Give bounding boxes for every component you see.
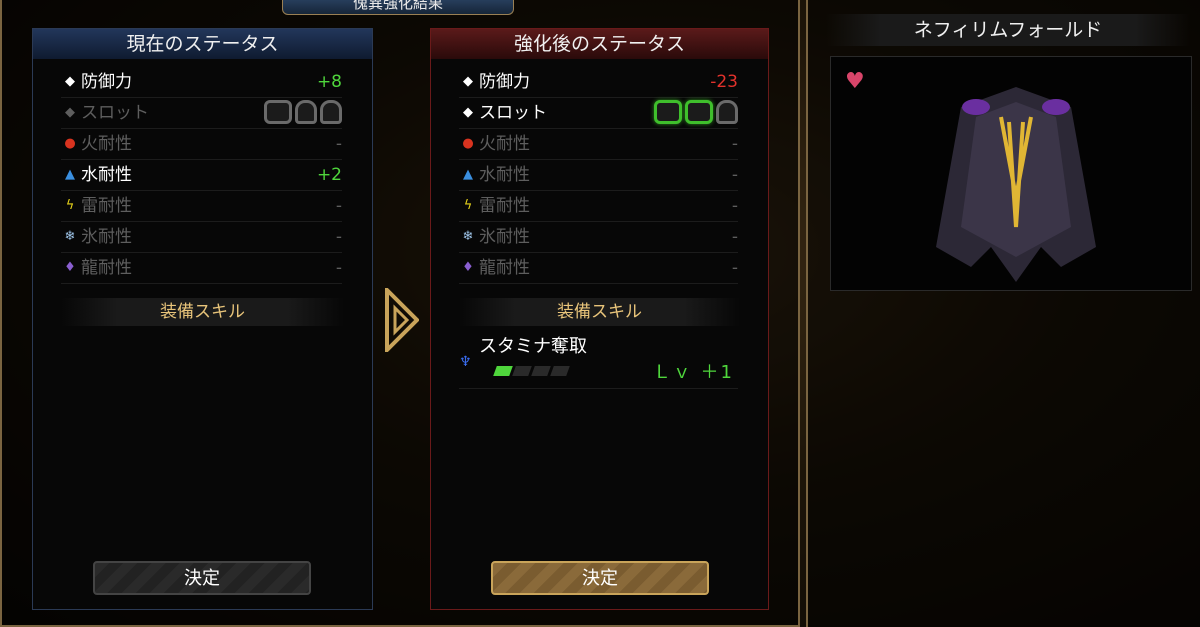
stat-row-ice: ❄ 氷耐性 - — [61, 222, 342, 253]
stat-row-thunder: ϟ 雷耐性 - — [61, 191, 342, 222]
slot-lv1-icon — [716, 100, 738, 124]
armor-model-image — [936, 87, 1096, 282]
skill-level-pip — [531, 366, 551, 376]
stat-row-ice: ❄ 氷耐性 - — [459, 222, 738, 253]
slot-icons — [654, 100, 738, 124]
slot-lv2-new-icon — [685, 100, 713, 124]
stat-value: - — [731, 165, 738, 185]
stat-label: 防御力 — [81, 72, 132, 92]
skill-level-pip — [512, 366, 532, 376]
stat-value: - — [731, 196, 738, 216]
slot-lv2-new-icon — [654, 100, 682, 124]
stat-label: スロット — [81, 103, 149, 123]
stat-value: - — [335, 196, 342, 216]
skill-name: スタミナ奪取 — [479, 336, 587, 357]
item-preview-panel: ネフィリムフォールド ♥ — [806, 0, 1200, 627]
ice-icon: ❄ — [64, 229, 76, 244]
stat-row-fire: ● 火耐性 - — [61, 129, 342, 160]
equipment-skills-header: 装備スキル — [459, 298, 740, 326]
stat-label: 火耐性 — [479, 134, 530, 154]
current-status-header: 現在のステータス — [33, 29, 372, 59]
stat-value: - — [731, 134, 738, 154]
diamond-icon: ◆ — [463, 105, 473, 120]
stat-row-defense: ◆ 防御力 +8 — [61, 67, 342, 98]
stat-label: 氷耐性 — [479, 227, 530, 247]
stat-label: 雷耐性 — [81, 196, 132, 216]
skill-level: Ｌｖ ＋1 — [652, 362, 734, 383]
thunder-icon: ϟ — [65, 198, 75, 213]
stat-label: スロット — [479, 103, 547, 123]
stat-value: +8 — [316, 72, 342, 92]
skill-row: ♆ スタミナ奪取 Ｌｖ ＋1 — [459, 332, 738, 389]
water-icon: ▲ — [463, 167, 473, 182]
skill-level-pip — [550, 366, 570, 376]
skill-level-bar — [493, 366, 570, 376]
stat-row-water: ▲ 水耐性 +2 — [61, 160, 342, 191]
waist-armor-icon: ♥ — [845, 69, 865, 94]
slot-lv1-icon — [320, 100, 342, 124]
slot-lv2-icon — [264, 100, 292, 124]
arrow-right-icon — [385, 288, 419, 352]
stat-value: - — [731, 227, 738, 247]
stat-label: 水耐性 — [81, 165, 132, 185]
stat-label: 雷耐性 — [479, 196, 530, 216]
stat-label: 龍耐性 — [479, 258, 530, 278]
stat-label: 氷耐性 — [81, 227, 132, 247]
stat-value: - — [335, 258, 342, 278]
stat-row-water: ▲ 水耐性 - — [459, 160, 738, 191]
after-status-header: 強化後のステータス — [431, 29, 768, 59]
after-status-panel: 強化後のステータス ◆ 防御力 -23 ◆ スロット ● 火耐性 - ▲ 水耐性… — [430, 28, 769, 610]
window-title: 傀異強化結果 — [282, 0, 514, 15]
slot-icons — [264, 100, 342, 124]
stat-row-dragon: ♦ 龍耐性 - — [459, 253, 738, 284]
slot-lv1-icon — [295, 100, 317, 124]
stat-value: +2 — [316, 165, 342, 185]
dragon-icon: ♦ — [64, 260, 76, 275]
diamond-icon: ◆ — [65, 74, 75, 89]
diamond-icon: ◆ — [65, 105, 75, 120]
stat-row-dragon: ♦ 龍耐性 - — [61, 253, 342, 284]
stat-row-thunder: ϟ 雷耐性 - — [459, 191, 738, 222]
current-status-panel: 現在のステータス ◆ 防御力 +8 ◆ スロット ● 火耐性 - ▲ 水耐性 +… — [32, 28, 373, 610]
ice-icon: ❄ — [462, 229, 474, 244]
dragon-icon: ♦ — [462, 260, 474, 275]
water-icon: ▲ — [65, 167, 75, 182]
stat-row-slot: ◆ スロット — [61, 98, 342, 129]
equipment-skills-header: 装備スキル — [61, 298, 344, 326]
skill-gem-icon: ♆ — [459, 354, 472, 370]
stat-value: - — [335, 227, 342, 247]
confirm-button[interactable]: 決定 — [491, 561, 709, 595]
stat-row-slot: ◆ スロット — [459, 98, 738, 129]
diamond-icon: ◆ — [463, 74, 473, 89]
stat-value: - — [335, 134, 342, 154]
item-name: ネフィリムフォールド — [826, 14, 1190, 46]
stat-row-defense: ◆ 防御力 -23 — [459, 67, 738, 98]
stat-value: - — [731, 258, 738, 278]
confirm-button[interactable]: 決定 — [93, 561, 311, 595]
stat-label: 防御力 — [479, 72, 530, 92]
fire-icon: ● — [64, 136, 76, 151]
thunder-icon: ϟ — [463, 198, 473, 213]
skill-level-pip — [493, 366, 513, 376]
stat-row-fire: ● 火耐性 - — [459, 129, 738, 160]
fire-icon: ● — [462, 136, 474, 151]
item-preview: ♥ — [830, 56, 1192, 291]
stat-label: 水耐性 — [479, 165, 530, 185]
stat-label: 龍耐性 — [81, 258, 132, 278]
stat-value: -23 — [710, 72, 738, 92]
stat-label: 火耐性 — [81, 134, 132, 154]
